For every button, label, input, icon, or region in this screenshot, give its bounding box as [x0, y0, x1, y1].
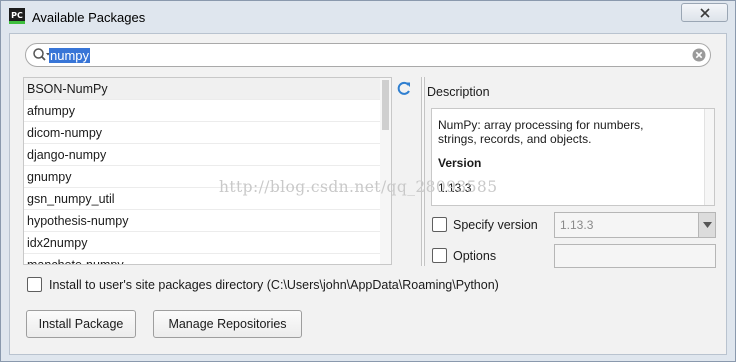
available-packages-window: PC Available Packages numpy BSON-NumPy a…: [0, 0, 736, 362]
package-list-scrollbar[interactable]: [380, 77, 392, 265]
description-label: Description: [427, 85, 490, 99]
package-list-item[interactable]: afnumpy: [24, 100, 391, 122]
package-list-item[interactable]: django-numpy: [24, 144, 391, 166]
search-query-text[interactable]: numpy: [49, 48, 91, 63]
install-to-user-checkbox[interactable]: [27, 277, 42, 292]
version-dropdown-button[interactable]: [698, 213, 715, 237]
splitter[interactable]: [421, 77, 425, 266]
description-scrollbar[interactable]: [704, 109, 714, 205]
options-checkbox[interactable]: [432, 248, 447, 263]
version-select[interactable]: 1.13.3: [554, 212, 716, 238]
title-bar: PC Available Packages: [1, 1, 735, 33]
package-list-item[interactable]: hypothesis-numpy: [24, 210, 391, 232]
version-value: 1.13.3: [438, 181, 472, 195]
clear-search-icon[interactable]: [691, 47, 707, 63]
dialog-content: numpy BSON-NumPy afnumpy dicom-numpy dja…: [9, 33, 727, 355]
description-line: NumPy: array processing for numbers,: [438, 118, 644, 132]
package-list-item[interactable]: idx2numpy: [24, 232, 391, 254]
package-list-item[interactable]: dicom-numpy: [24, 122, 391, 144]
description-text: NumPy: array processing for numbers, str…: [438, 118, 698, 146]
description-panel: NumPy: array processing for numbers, str…: [431, 108, 715, 206]
close-button[interactable]: [681, 3, 728, 22]
pycharm-app-icon: PC: [9, 8, 25, 24]
package-list-item[interactable]: manchete-numpy: [24, 254, 391, 264]
scrollbar-thumb[interactable]: [382, 80, 389, 130]
close-icon: [699, 7, 710, 18]
package-list-item[interactable]: BSON-NumPy: [24, 78, 391, 100]
version-heading: Version: [438, 156, 482, 170]
manage-repositories-button[interactable]: Manage Repositories: [153, 310, 302, 338]
package-list-item[interactable]: gsn_numpy_util: [24, 188, 391, 210]
package-list-item[interactable]: gnumpy: [24, 166, 391, 188]
version-select-value: 1.13.3: [560, 218, 594, 232]
specify-version-checkbox[interactable]: [432, 217, 447, 232]
search-input[interactable]: numpy: [25, 43, 711, 67]
chevron-down-icon: [702, 222, 712, 228]
description-line: strings, records, and objects.: [438, 132, 592, 146]
specify-version-label: Specify version: [453, 218, 538, 232]
install-to-user-label: Install to user's site packages director…: [49, 278, 499, 292]
options-input[interactable]: [554, 244, 716, 268]
package-list[interactable]: BSON-NumPy afnumpy dicom-numpy django-nu…: [23, 77, 392, 265]
refresh-icon[interactable]: [395, 80, 413, 98]
window-title: Available Packages: [32, 10, 146, 25]
options-label: Options: [453, 249, 497, 263]
install-package-button[interactable]: Install Package: [26, 310, 136, 338]
